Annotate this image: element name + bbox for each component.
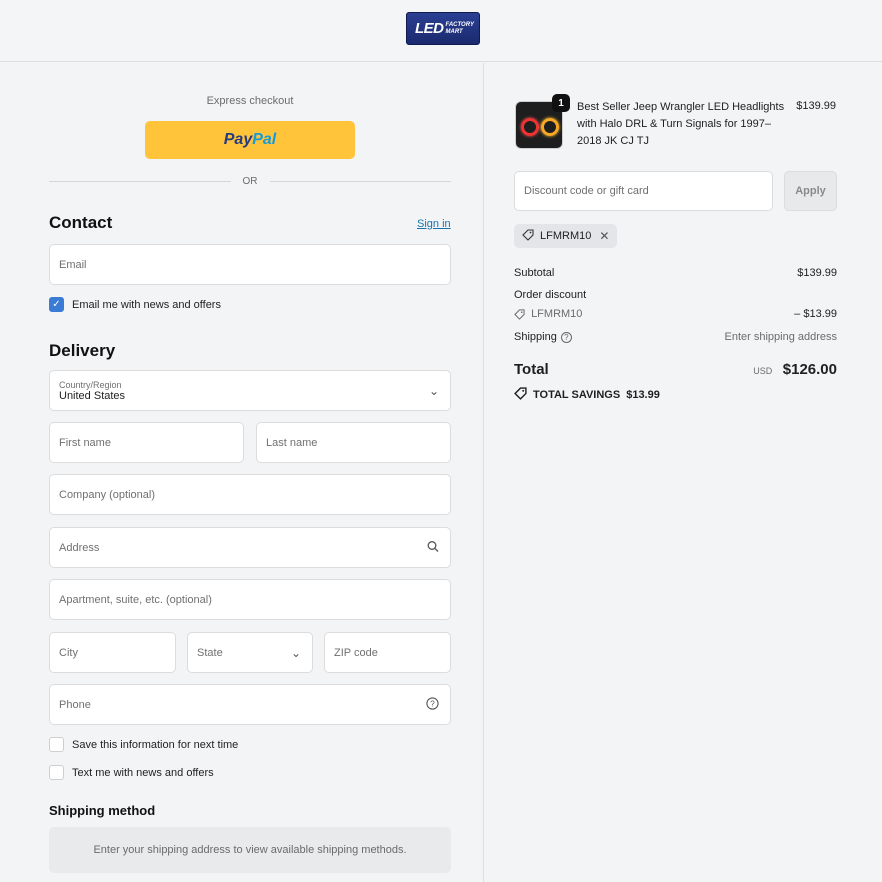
product-price: $139.99	[796, 100, 836, 112]
text-me-label: Text me with news and offers	[72, 766, 214, 779]
total-row: Total USD $126.00	[514, 361, 837, 379]
email-placeholder: Email	[59, 258, 87, 271]
email-news-label: Email me with news and offers	[72, 298, 221, 311]
product-name: Best Seller Jeep Wrangler LED Headlights…	[577, 101, 785, 147]
checkout-form: Express checkout Pay Pal OR Contact Sign …	[0, 63, 483, 882]
paypal-pay-text: Pay	[223, 131, 253, 148]
discount-code-input[interactable]: Discount code or gift card	[514, 171, 773, 211]
sign-in-link[interactable]: Sign in	[417, 218, 451, 230]
discount-code-line: LFMRM10	[514, 308, 582, 320]
delivery-title: Delivery	[49, 341, 116, 360]
subtotal-row: Subtotal $139.99	[514, 267, 837, 279]
phone-field[interactable]: Phone ?	[49, 684, 451, 725]
shipping-method-title: Shipping method	[49, 803, 156, 818]
or-text: OR	[242, 175, 258, 187]
email-field[interactable]: Email	[49, 244, 451, 285]
shipping-method-notice: Enter your shipping address to view avai…	[49, 827, 451, 873]
city-field[interactable]: City	[49, 632, 176, 673]
order-discount-row: Order discount	[514, 289, 837, 301]
logo-subtext-line2: MART	[445, 28, 463, 35]
site-header: LED FACTORY MART	[0, 0, 882, 62]
subtotal-label: Subtotal	[514, 267, 555, 279]
discount-value: – $13.99	[794, 308, 837, 320]
save-info-option[interactable]: Save this information for next time	[49, 737, 238, 752]
express-checkout-label: Express checkout	[206, 95, 294, 107]
company-placeholder: Company (optional)	[59, 488, 155, 501]
state-select[interactable]: State ⌄	[187, 632, 313, 673]
chevron-down-icon: ⌄	[428, 383, 439, 398]
last-name-field[interactable]: Last name	[256, 422, 451, 463]
country-label: Country/Region	[59, 379, 122, 390]
country-select[interactable]: Country/Region United States ⌄	[49, 370, 451, 411]
address-placeholder: Address	[59, 541, 100, 554]
total-savings: TOTAL SAVINGS $13.99	[514, 387, 660, 403]
currency-code: USD	[753, 366, 773, 376]
logo-subtext-line1: FACTORY	[445, 21, 474, 28]
logo-subtext: FACTORY MART	[446, 22, 474, 36]
shipping-row: Shipping? Enter shipping address	[514, 331, 837, 343]
svg-text:?: ?	[430, 699, 435, 708]
address-field[interactable]: Address	[49, 527, 451, 568]
shipping-value: Enter shipping address	[724, 331, 837, 343]
apartment-placeholder: Apartment, suite, etc. (optional)	[59, 593, 212, 606]
paypal-pal-text: Pal	[252, 131, 277, 148]
savings-label: TOTAL SAVINGS	[533, 389, 621, 401]
tag-icon	[514, 387, 527, 403]
tag-icon	[514, 309, 525, 320]
apply-button[interactable]: Apply	[784, 171, 837, 211]
text-me-checkbox[interactable]	[49, 765, 64, 780]
company-field[interactable]: Company (optional)	[49, 474, 451, 515]
discount-placeholder: Discount code or gift card	[524, 185, 649, 197]
text-me-option[interactable]: Text me with news and offers	[49, 765, 214, 780]
first-name-field[interactable]: First name	[49, 422, 244, 463]
subtotal-value: $139.99	[797, 267, 837, 279]
quantity-badge: 1	[552, 94, 570, 112]
headlight-halo-amber	[541, 118, 559, 136]
help-icon[interactable]: ?	[560, 331, 572, 343]
shipping-label: Shipping	[514, 331, 557, 343]
city-placeholder: City	[59, 646, 78, 659]
order-summary: 1 Best Seller Jeep Wrangler LED Headligh…	[483, 63, 882, 882]
phone-placeholder: Phone	[59, 698, 91, 711]
save-info-label: Save this information for next time	[72, 738, 239, 751]
total-label: Total	[514, 361, 549, 378]
zip-placeholder: ZIP code	[334, 646, 378, 659]
email-news-checkbox[interactable]: ✓	[49, 297, 64, 312]
remove-discount-icon[interactable]: ✕	[599, 229, 609, 243]
chevron-down-icon: ⌄	[290, 645, 301, 660]
zip-field[interactable]: ZIP code	[324, 632, 451, 673]
tag-icon	[522, 228, 534, 244]
country-value: United States	[59, 389, 126, 402]
apartment-field[interactable]: Apartment, suite, etc. (optional)	[49, 579, 451, 620]
total-value: $126.00	[782, 361, 837, 378]
save-info-checkbox[interactable]	[49, 737, 64, 752]
divider-line	[269, 180, 451, 182]
last-name-placeholder: Last name	[266, 436, 318, 449]
shipping-method-message: Enter your shipping address to view avai…	[93, 844, 407, 856]
savings-value: $13.99	[626, 389, 660, 401]
divider-line	[49, 180, 231, 182]
discount-code-text: LFMRM10	[531, 308, 583, 320]
order-discount-label: Order discount	[514, 289, 587, 301]
applied-discount-chip: LFMRM10 ✕	[514, 224, 618, 248]
help-icon[interactable]: ?	[426, 696, 439, 713]
applied-code-text: LFMRM10	[540, 230, 592, 242]
search-icon[interactable]	[427, 540, 439, 555]
email-news-option[interactable]: ✓ Email me with news and offers	[49, 297, 221, 312]
store-logo[interactable]: LED FACTORY MART	[406, 12, 480, 45]
contact-title: Contact	[49, 213, 113, 232]
first-name-placeholder: First name	[59, 436, 111, 449]
or-divider: OR	[49, 173, 451, 189]
total-amount-wrap: USD $126.00	[753, 361, 837, 379]
discount-code-row: LFMRM10 – $13.99	[514, 308, 837, 320]
logo-text: LED	[415, 20, 444, 37]
state-placeholder: State	[197, 646, 223, 659]
shipping-label-wrap: Shipping?	[514, 331, 572, 343]
headlight-halo-red	[521, 118, 539, 136]
paypal-button[interactable]: Pay Pal	[145, 121, 355, 159]
